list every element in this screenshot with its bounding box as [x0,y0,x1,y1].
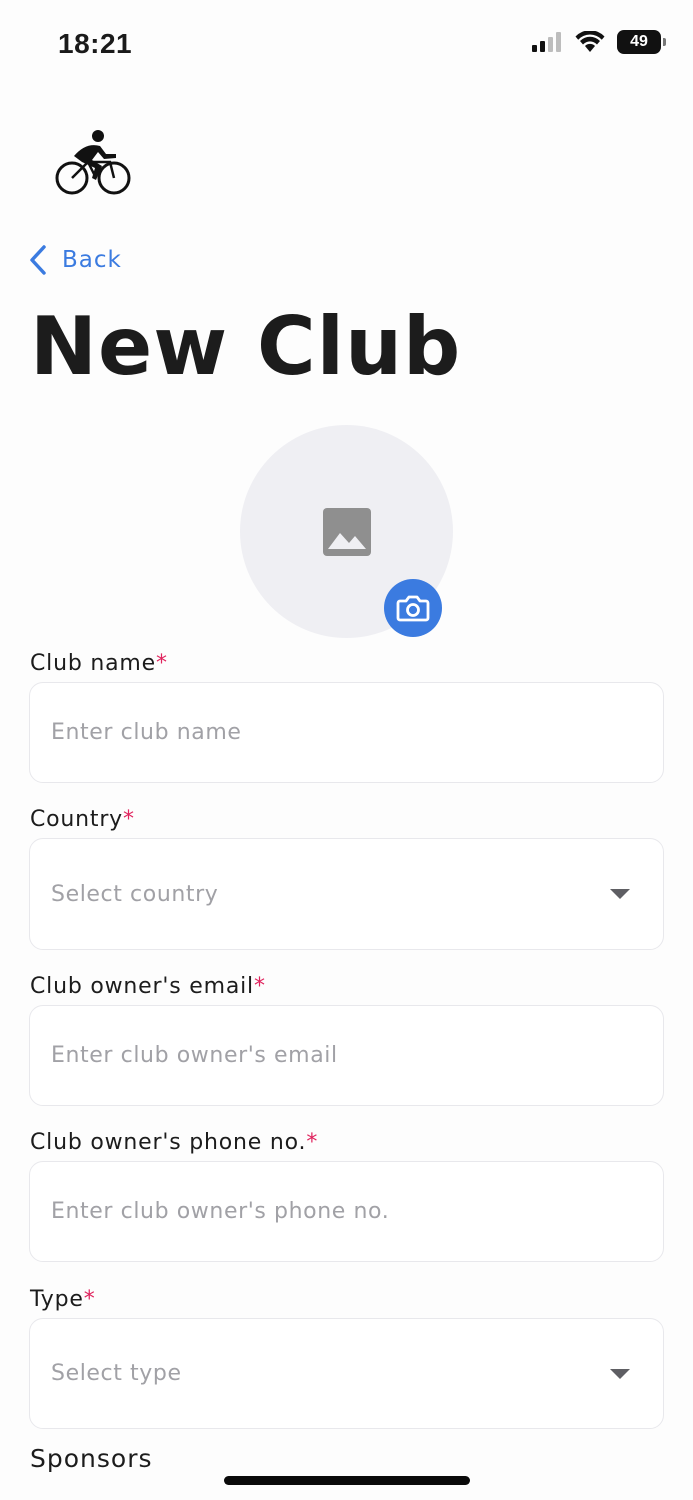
owner-email-placeholder: Enter club owner's email [51,1043,338,1068]
club-name-placeholder: Enter club name [51,720,242,745]
cyclist-logo [55,130,131,195]
dropdown-caret-icon [610,1368,630,1379]
back-label: Back [62,247,122,273]
required-mark: * [306,1130,319,1155]
club-name-label-text: Club name [30,651,156,676]
battery-icon: 49 [617,30,666,54]
camera-icon [396,595,430,622]
back-button[interactable]: Back [28,244,122,276]
owner-email-input[interactable]: Enter club owner's email [29,1005,664,1106]
owner-phone-label: Club owner's phone no.* [30,1130,318,1155]
image-placeholder-icon [322,507,371,556]
back-chevron-icon [30,245,46,275]
owner-email-label-text: Club owner's email [30,974,254,999]
page-title: New Club [30,300,462,393]
club-name-label: Club name* [30,651,168,676]
country-select[interactable]: Select country [29,838,664,950]
owner-email-label: Club owner's email* [30,974,266,999]
required-mark: * [155,651,168,676]
country-placeholder: Select country [51,881,219,907]
status-icons: 49 [531,30,666,54]
dropdown-caret-icon [610,889,630,899]
owner-phone-placeholder: Enter club owner's phone no. [51,1199,390,1224]
type-label: Type* [30,1287,96,1312]
type-label-text: Type [30,1287,84,1312]
country-label-text: Country [30,807,123,832]
owner-phone-label-text: Club owner's phone no. [30,1130,307,1155]
camera-button[interactable] [384,579,442,637]
status-time: 18:21 [58,28,133,59]
sponsors-label: Sponsors [30,1444,153,1473]
country-label: Country* [30,807,135,832]
owner-phone-input[interactable]: Enter club owner's phone no. [29,1161,664,1262]
required-mark: * [83,1287,96,1312]
type-select[interactable]: Select type [29,1318,664,1429]
club-name-input[interactable]: Enter club name [29,682,664,783]
type-placeholder: Select type [51,1361,182,1386]
required-mark: * [123,807,135,832]
required-mark: * [253,974,266,999]
cellular-signal-icon [532,32,561,52]
home-indicator[interactable] [224,1476,470,1485]
wifi-icon [575,31,605,52]
